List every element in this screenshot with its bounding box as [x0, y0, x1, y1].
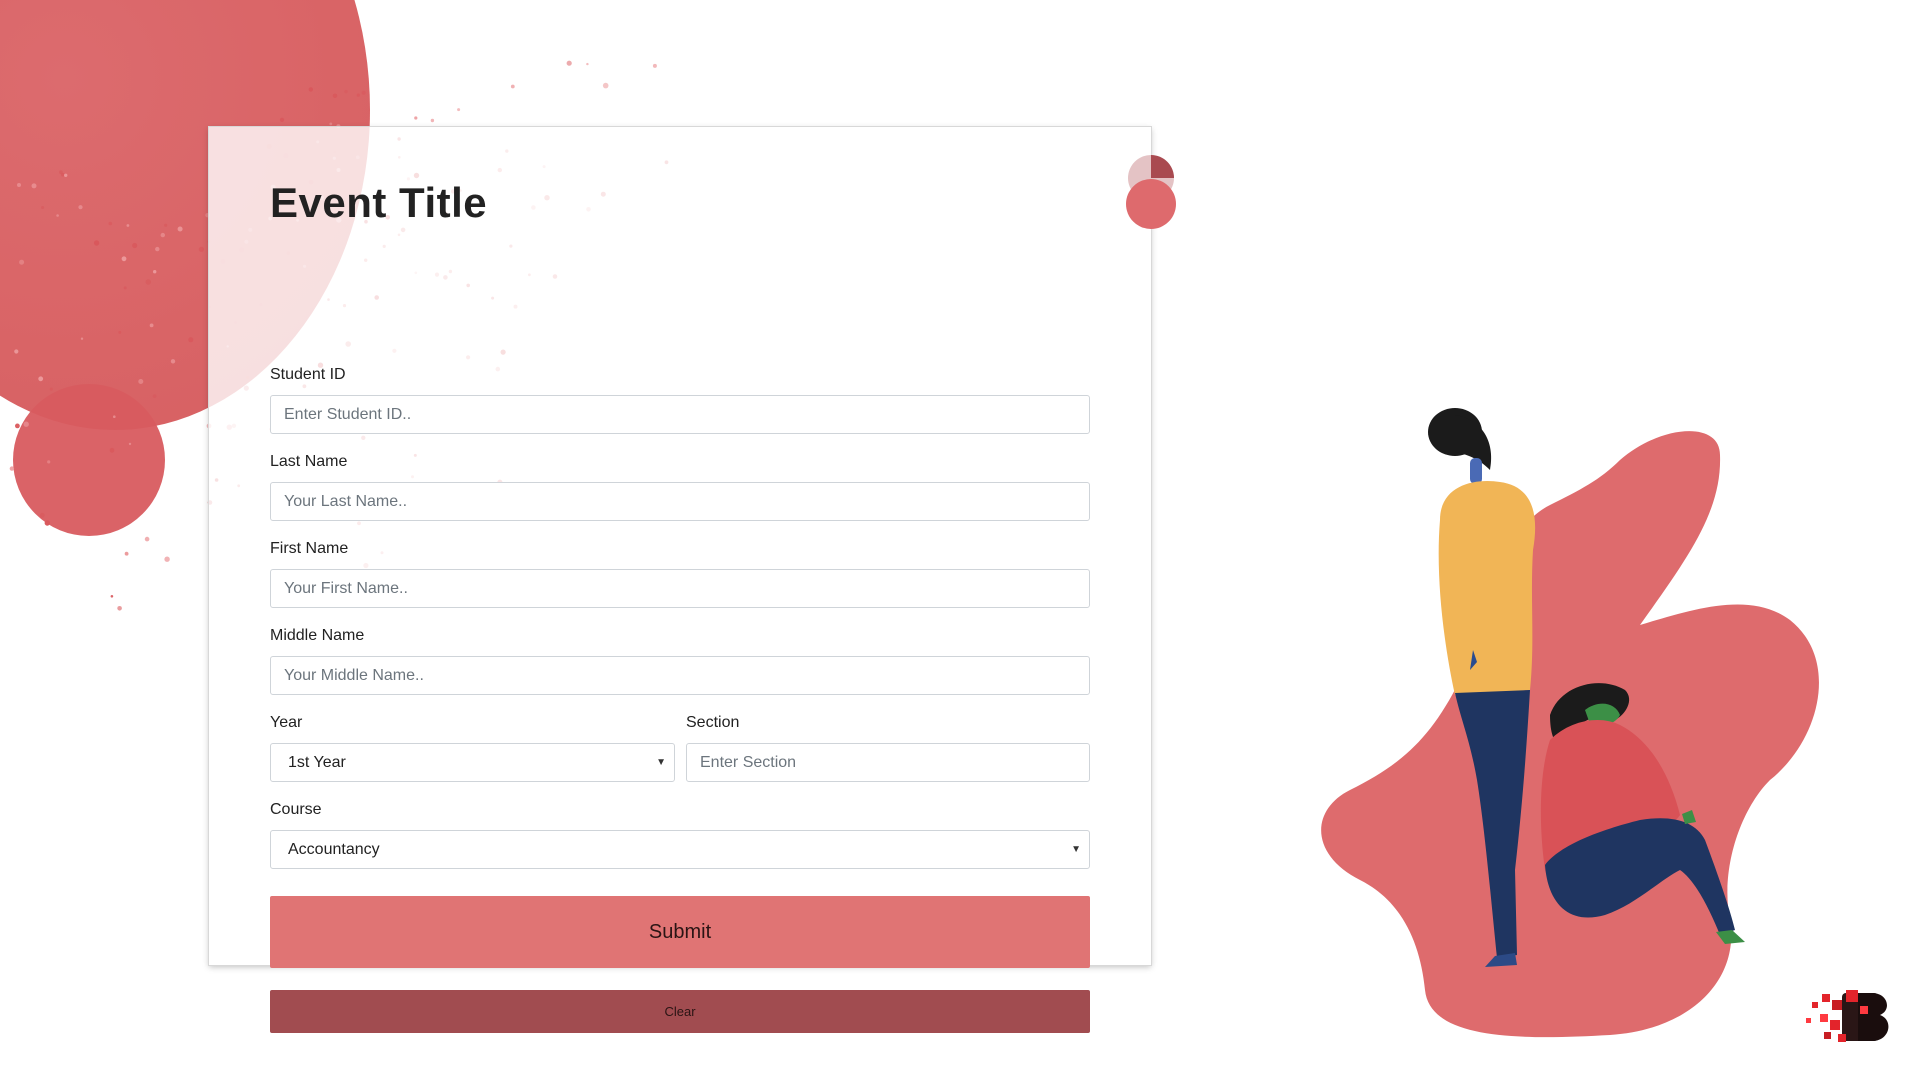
page-title: Event Title: [270, 179, 488, 226]
decorative-dot: [430, 118, 435, 123]
middle-name-label: Middle Name: [270, 627, 365, 644]
course-select[interactable]: Accountancy ▼: [270, 830, 1090, 869]
decorative-dot: [164, 556, 170, 562]
course-select-value: Accountancy: [288, 840, 380, 858]
event-form-card: Event Title Student ID Last Name First N…: [209, 127, 1151, 1033]
section-input[interactable]: [686, 743, 1090, 782]
chevron-down-icon: ▼: [656, 757, 666, 768]
year-label: Year: [270, 714, 303, 731]
last-name-label: Last Name: [270, 453, 348, 470]
decorative-dot: [110, 595, 114, 598]
brand-logo: [1806, 990, 1889, 1042]
clear-button[interactable]: Clear: [270, 990, 1090, 1033]
decorative-dot: [510, 84, 515, 89]
submit-button[interactable]: Submit: [270, 896, 1090, 968]
decorative-dot: [117, 606, 122, 611]
year-select[interactable]: 1st Year ▼: [270, 743, 675, 782]
people-illustration: [1321, 408, 1819, 1038]
middle-name-input[interactable]: [270, 656, 1090, 695]
student-id-input[interactable]: [270, 395, 1090, 434]
page: Event Title Student ID Last Name First N…: [0, 0, 1920, 1080]
decorative-dot: [144, 536, 150, 542]
decorative-dot: [124, 551, 129, 556]
decorative-dot: [652, 63, 657, 68]
chevron-down-icon: ▼: [1071, 844, 1081, 855]
student-id-label: Student ID: [270, 366, 346, 383]
background-circle-small: [13, 384, 165, 536]
decorative-dot: [566, 60, 572, 66]
last-name-input[interactable]: [270, 482, 1090, 521]
course-label: Course: [270, 801, 322, 818]
first-name-input[interactable]: [270, 569, 1090, 608]
decorative-dot: [602, 82, 609, 89]
decorative-dot: [457, 108, 461, 112]
decorative-dot: [586, 62, 589, 66]
decorative-dot: [414, 116, 418, 120]
first-name-label: First Name: [270, 540, 349, 557]
decorative-bubbles: [1126, 155, 1176, 229]
section-label: Section: [686, 714, 740, 731]
year-select-value: 1st Year: [288, 753, 346, 771]
